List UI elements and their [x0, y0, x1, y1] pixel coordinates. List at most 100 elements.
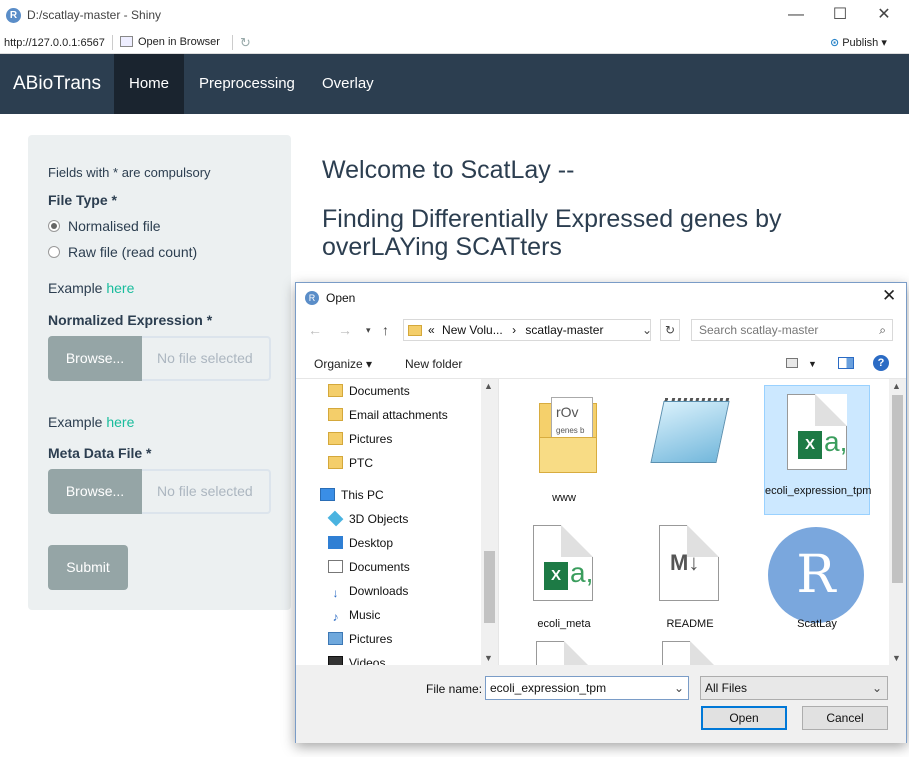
brand-title[interactable]: ABioTrans: [13, 73, 101, 95]
minimize-icon[interactable]: —: [774, 4, 818, 26]
folder-icon: [408, 325, 422, 336]
nav-item-email-attachments[interactable]: Email attachments: [328, 406, 448, 424]
open-file-dialog: R Open ✕ ← → ▾ ↑ « New Volu... › scatlay…: [295, 282, 907, 743]
nav-item-videos[interactable]: Videos: [328, 654, 385, 665]
radio-label: Raw file (read count): [68, 244, 198, 260]
refresh-icon[interactable]: ↻: [240, 35, 251, 51]
folder-icon: [328, 408, 343, 421]
folder-icon: [328, 384, 343, 397]
nav-item-documents-pc[interactable]: Documents: [328, 558, 410, 576]
meta-file-field[interactable]: No file selected: [142, 469, 271, 514]
file-item-www[interactable]: rOv genes b www: [511, 385, 617, 515]
nav-item-3d-objects[interactable]: 3D Objects: [327, 510, 409, 528]
excel-x-badge: X: [798, 431, 822, 459]
file-scroll-thumb[interactable]: [892, 395, 903, 583]
up-arrow-icon[interactable]: ↑: [382, 322, 389, 338]
chevron-down-icon[interactable]: ⌄: [674, 677, 684, 699]
browse-meta-button[interactable]: Browse...: [48, 469, 142, 514]
view-options-icon[interactable]: [786, 358, 798, 368]
open-button[interactable]: Open: [701, 706, 787, 730]
scroll-down-icon[interactable]: ▼: [484, 653, 493, 663]
sidebar-panel: Fields with * are compulsory File Type *…: [28, 135, 291, 610]
nav-scrollbar[interactable]: ▲ ▼: [481, 379, 498, 665]
preview-pane-icon[interactable]: [838, 357, 854, 369]
excel-x-badge: X: [544, 562, 568, 590]
example2-link[interactable]: here: [106, 414, 134, 430]
breadcrumb[interactable]: « New Volu... › scatlay-master ⌄: [403, 319, 652, 341]
close-window-icon[interactable]: ✕: [862, 4, 906, 26]
file-name-input[interactable]: ecoli_expression_tpm ⌄: [485, 676, 689, 700]
partial-file-icon[interactable]: [662, 641, 722, 665]
computer-icon: [320, 488, 335, 501]
radio-label: Normalised file: [68, 218, 161, 234]
new-folder-button[interactable]: New folder: [405, 357, 462, 371]
nav-item-ptc[interactable]: PTC: [328, 454, 373, 472]
cancel-button[interactable]: Cancel: [802, 706, 888, 730]
chevron-down-icon: ⌄: [871, 681, 882, 695]
breadcrumb-volume[interactable]: New Volu...: [442, 323, 503, 337]
file-label: README: [666, 618, 714, 630]
browse-normalized-button[interactable]: Browse...: [48, 336, 142, 381]
separator: [232, 35, 233, 50]
nav-item-label: Music: [349, 608, 381, 622]
file-item-notepad[interactable]: [637, 385, 743, 515]
radio-raw[interactable]: Raw file (read count): [48, 244, 197, 260]
address-bar: http://127.0.0.1:6567 Open in Browser ↻ …: [0, 32, 909, 54]
radio-normalised[interactable]: Normalised file: [48, 218, 161, 234]
nav-item-this-pc[interactable]: This PC: [320, 486, 384, 504]
file-item-readme[interactable]: M↓ README: [637, 519, 743, 649]
scroll-up-icon[interactable]: ▲: [892, 381, 901, 391]
recent-locations-icon[interactable]: ▾: [366, 325, 371, 336]
nav-item-label: 3D Objects: [349, 512, 409, 526]
nav-item-label: Pictures: [349, 632, 393, 646]
dialog-title: Open: [326, 291, 356, 305]
chevron-down-icon[interactable]: ⌄: [642, 320, 652, 340]
file-scrollbar[interactable]: ▲ ▼: [889, 379, 906, 665]
breadcrumb-overflow[interactable]: «: [428, 323, 435, 337]
view-chevron-icon[interactable]: ▼: [808, 359, 817, 369]
organize-menu[interactable]: Organize ▾: [314, 357, 372, 371]
close-dialog-icon[interactable]: ✕: [882, 286, 896, 306]
open-in-browser-button[interactable]: Open in Browser: [120, 36, 220, 48]
nav-item-documents[interactable]: Documents: [328, 382, 410, 400]
file-label: www: [552, 492, 576, 504]
file-type-select[interactable]: All Files ⌄: [700, 676, 888, 700]
nav-item-downloads[interactable]: ↓ Downloads: [328, 582, 409, 600]
nav-item-pictures[interactable]: Pictures: [328, 430, 392, 448]
scroll-down-icon[interactable]: ▼: [892, 653, 901, 663]
example1-link[interactable]: here: [106, 280, 134, 296]
publish-button[interactable]: ⊙ Publish ▾: [830, 36, 887, 49]
help-icon[interactable]: ?: [873, 355, 889, 371]
maximize-icon[interactable]: ☐: [818, 4, 862, 26]
nav-scroll-thumb[interactable]: [484, 551, 495, 623]
browser-icon: [120, 36, 133, 47]
markdown-file-icon: M↓: [659, 525, 719, 601]
breadcrumb-current[interactable]: scatlay-master: [525, 323, 603, 337]
normalized-expression-label: Normalized Expression *: [48, 312, 213, 328]
nav-item-label: Videos: [349, 656, 386, 665]
music-icon: ♪: [332, 610, 339, 624]
file-item-scatlay[interactable]: R ScatLay: [764, 519, 870, 649]
folder-icon: rOv genes b: [539, 397, 597, 473]
file-item-ecoli-meta[interactable]: X a, ecoli_meta: [511, 519, 617, 649]
submit-button[interactable]: Submit: [48, 545, 128, 590]
nav-item-desktop[interactable]: Desktop: [328, 534, 393, 552]
refresh-icon[interactable]: ↻: [660, 319, 680, 341]
partial-file-icon[interactable]: [536, 641, 596, 665]
url-text: http://127.0.0.1:6567: [4, 37, 105, 49]
videos-icon: [328, 656, 343, 665]
nav-item-pictures-pc[interactable]: Pictures: [328, 630, 392, 648]
forward-arrow-icon[interactable]: →: [338, 322, 352, 338]
compulsory-note: Fields with * are compulsory: [48, 165, 211, 180]
normalized-file-field[interactable]: No file selected: [142, 336, 271, 381]
search-input[interactable]: Search scatlay-master ⌕: [691, 319, 893, 341]
tab-home[interactable]: Home: [114, 54, 185, 114]
tab-preprocessing[interactable]: Preprocessing: [184, 54, 310, 114]
nav-item-music[interactable]: ♪ Music: [328, 606, 381, 624]
back-arrow-icon[interactable]: ←: [308, 322, 322, 338]
scroll-up-icon[interactable]: ▲: [484, 381, 493, 391]
r-app-icon: R: [305, 291, 319, 305]
file-item-ecoli-expression-tpm[interactable]: X a, ecoli_expression_tpm: [764, 385, 871, 515]
tab-overlay[interactable]: Overlay: [307, 54, 389, 114]
breadcrumb-separator[interactable]: ›: [512, 323, 516, 337]
